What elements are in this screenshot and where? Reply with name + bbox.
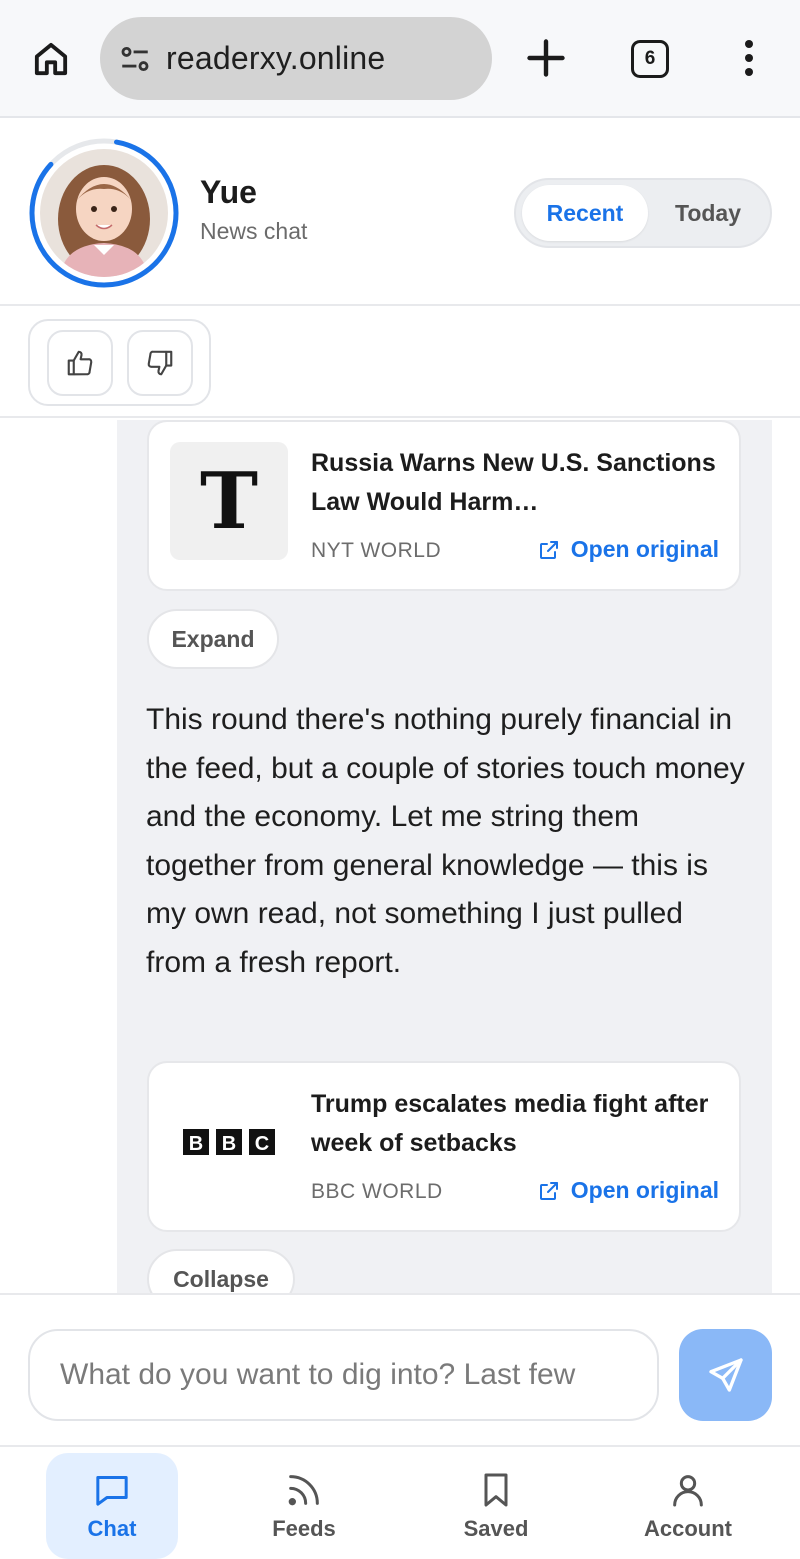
assistant-message-text: This round there's nothing purely financ…	[146, 703, 745, 979]
article-source: BBC WORLD	[311, 1180, 443, 1203]
avatar[interactable]	[40, 149, 168, 277]
more-vert-icon[interactable]	[733, 36, 765, 80]
thumbs-up-button[interactable]	[47, 330, 113, 396]
url-text[interactable]: readerxy.online	[166, 40, 385, 77]
nav-saved-label: Saved	[463, 1516, 529, 1541]
bot-name: Yue	[200, 174, 257, 210]
account-icon	[673, 1475, 703, 1507]
nyt-logo-letter: T	[200, 458, 258, 544]
browser-toolbar: readerxy.online 6	[0, 0, 800, 118]
article-card[interactable]: T Russia Warns New U.S. Sanctions Law Wo…	[147, 420, 741, 591]
bbc-logo: B B C	[170, 1083, 288, 1201]
nyt-logo: T	[170, 442, 288, 560]
article-card[interactable]: B B C Trump escalates media fight after …	[147, 1061, 741, 1232]
chat-header: Yue News chat Recent Today	[0, 120, 800, 306]
bot-subtitle: News chat	[200, 218, 308, 244]
address-bar[interactable]: readerxy.online	[100, 17, 492, 100]
open-original-link[interactable]: Open original	[537, 536, 719, 563]
expand-button[interactable]: Expand	[147, 609, 279, 669]
article-title[interactable]: Trump escalates media fight after week o…	[311, 1085, 723, 1163]
article-source: NYT WORLD	[311, 539, 442, 562]
thumbs-down-button[interactable]	[127, 330, 193, 396]
nav-feeds-label: Feeds	[272, 1516, 336, 1541]
home-icon	[34, 42, 68, 76]
chat-icon	[96, 1476, 128, 1506]
time-filter-toggle: Recent Today	[514, 178, 772, 248]
nav-chat-label: Chat	[87, 1516, 137, 1541]
bottom-navigation: Chat Feeds Saved Account	[0, 1445, 800, 1559]
external-link-icon	[539, 540, 558, 559]
feedback-group	[28, 319, 211, 406]
bookmark-icon	[484, 1473, 508, 1507]
nav-account[interactable]: Account	[622, 1453, 754, 1559]
open-original-link[interactable]: Open original	[537, 1177, 719, 1204]
bbc-letter: B	[222, 1133, 236, 1155]
open-original-label[interactable]: Open original	[571, 1177, 719, 1204]
filter-today-button[interactable]: Today	[650, 185, 766, 241]
avatar-image	[40, 149, 168, 277]
bbc-letter: B	[189, 1133, 203, 1155]
thumbs-down-icon	[147, 350, 173, 376]
send-icon	[708, 1358, 743, 1392]
nav-feeds[interactable]: Feeds	[238, 1453, 370, 1559]
nav-saved[interactable]: Saved	[430, 1453, 562, 1559]
open-original-label[interactable]: Open original	[571, 536, 719, 563]
new-tab-icon[interactable]	[524, 36, 568, 80]
nyt-logo-icon: T	[200, 458, 258, 544]
collapse-button[interactable]: Collapse	[147, 1249, 295, 1293]
thumbs-up-icon	[67, 350, 93, 376]
tabs-icon[interactable]: 6	[631, 40, 669, 78]
nav-account-label: Account	[644, 1516, 732, 1541]
message-list[interactable]: T Russia Warns New U.S. Sanctions Law Wo…	[0, 420, 800, 1293]
composer	[0, 1293, 800, 1445]
bbc-logo-icon: B B C	[183, 1129, 275, 1155]
filter-recent-button[interactable]: Recent	[522, 185, 648, 241]
send-button[interactable]	[679, 1329, 772, 1421]
rss-feed-icon	[288, 1475, 319, 1506]
external-link-icon	[539, 1181, 558, 1200]
message-input[interactable]	[28, 1329, 659, 1421]
bbc-letter: C	[255, 1133, 269, 1155]
tab-count: 6	[644, 48, 656, 69]
article-title[interactable]: Russia Warns New U.S. Sanctions Law Woul…	[311, 444, 723, 522]
home-button[interactable]	[28, 36, 74, 82]
nav-chat[interactable]: Chat	[46, 1453, 178, 1559]
feedback-row	[0, 308, 800, 418]
site-settings-icon[interactable]	[118, 42, 152, 76]
